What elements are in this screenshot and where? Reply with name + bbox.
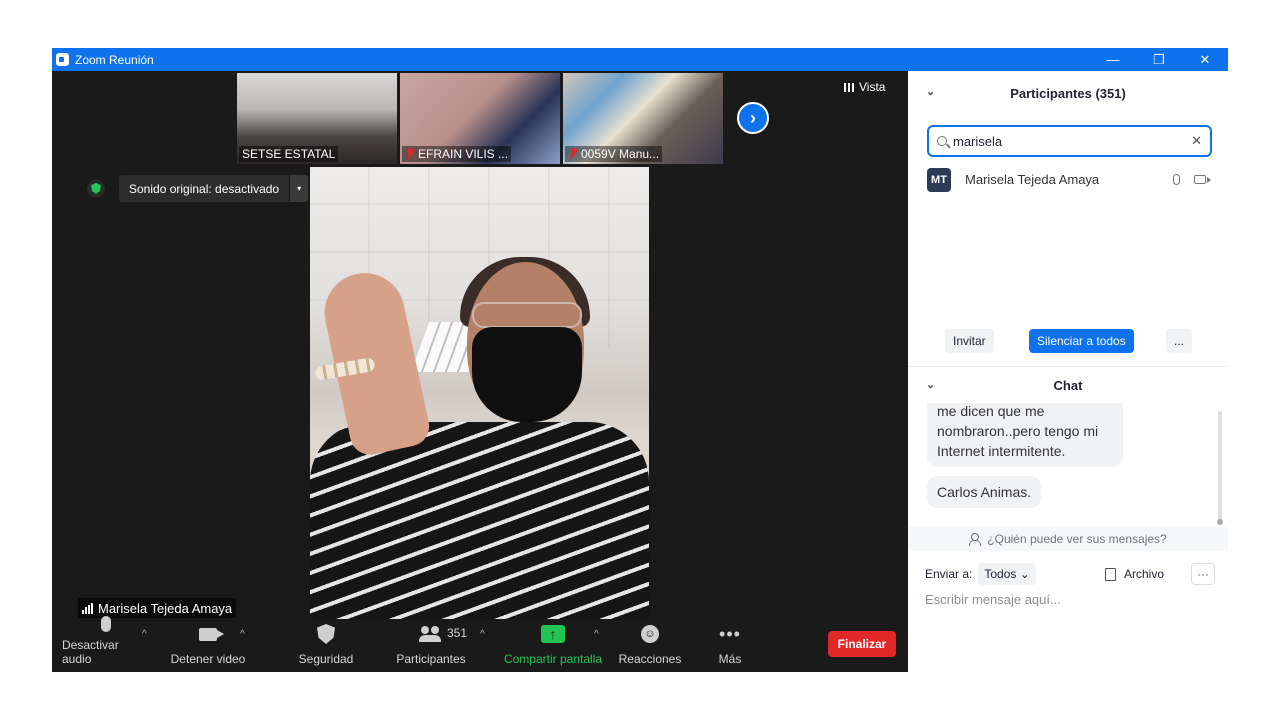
muted-mic-icon xyxy=(405,148,415,160)
stop-video-button[interactable]: Detener video xyxy=(168,619,248,672)
participants-header: ⌄ Participantes (351) xyxy=(908,71,1228,115)
participant-row[interactable]: MT Marisela Tejeda Amaya xyxy=(927,167,1212,192)
active-speaker-name: Marisela Tejeda Amaya xyxy=(98,600,233,616)
title-bar: Zoom Reunión — ❐ ✕ xyxy=(52,48,1228,71)
video-camera-icon[interactable] xyxy=(1194,175,1211,184)
search-icon xyxy=(937,136,947,146)
search-value[interactable]: marisela xyxy=(953,134,1191,149)
minimize-button[interactable]: — xyxy=(1090,48,1136,71)
side-panel: ⌄ Participantes (351) marisela ✕ MT Mari… xyxy=(908,71,1228,672)
participants-title: Participantes (351) xyxy=(1010,85,1126,101)
participant-search-input[interactable]: marisela ✕ xyxy=(927,125,1212,157)
who-can-see-label: ¿Quién puede ver sus mensajes? xyxy=(987,532,1167,546)
encryption-shield-icon[interactable] xyxy=(87,179,105,198)
original-sound-control: Sonido original: desactivado ▾ xyxy=(87,175,309,202)
thumbnail-label: EFRAIN VILIS ... xyxy=(402,146,512,162)
view-button[interactable]: Vista xyxy=(844,80,885,94)
speaker-mask xyxy=(472,327,582,422)
invite-button[interactable]: Invitar xyxy=(945,329,994,353)
restore-button[interactable]: ❐ xyxy=(1136,48,1182,71)
video-options-caret-icon[interactable]: ^ xyxy=(240,629,245,640)
microphone-icon xyxy=(94,616,118,632)
chat-message: Carlos Animas. xyxy=(927,476,1042,508)
reactions-button[interactable]: ☺ Reacciones xyxy=(618,619,682,672)
view-label: Vista xyxy=(859,80,886,94)
mute-audio-button[interactable]: Desactivar audio xyxy=(62,616,150,672)
who-can-see-messages-link[interactable]: ¿Quién puede ver sus mensajes? xyxy=(908,527,1228,551)
video-camera-icon xyxy=(196,622,224,646)
microphone-icon[interactable] xyxy=(1173,174,1180,185)
end-meeting-button[interactable]: Finalizar xyxy=(828,631,896,657)
file-button[interactable]: Archivo xyxy=(1105,567,1164,581)
participants-icon xyxy=(419,622,443,646)
reactions-label: Reacciones xyxy=(618,652,682,666)
chat-messages[interactable]: me dicen que me nombraron..pero tengo mi… xyxy=(908,403,1228,527)
more-label: Más xyxy=(718,652,742,666)
connection-strength-icon xyxy=(82,602,93,614)
participant-row-name: Marisela Tejeda Amaya xyxy=(965,172,1100,187)
muted-mic-icon xyxy=(568,148,578,160)
collapse-participants-icon[interactable]: ⌄ xyxy=(926,85,935,98)
share-screen-icon: ↑ xyxy=(541,622,565,646)
file-label: Archivo xyxy=(1124,567,1165,581)
mute-audio-label: Desactivar audio xyxy=(62,638,119,666)
video-thumbnail[interactable]: EFRAIN VILIS ... xyxy=(400,73,560,164)
chat-title: Chat xyxy=(1053,377,1083,393)
meeting-toolbar: Desactivar audio ^ Detener video ^ Segur… xyxy=(52,616,908,672)
more-button[interactable]: ••• Más xyxy=(712,619,748,672)
window-title: Zoom Reunión xyxy=(75,52,154,67)
speaker-glasses xyxy=(472,302,582,328)
next-page-arrow-icon[interactable]: › xyxy=(737,102,769,134)
send-to-row: Enviar a: Todos ⌄ Archivo ··· xyxy=(925,562,1215,586)
chat-more-button[interactable]: ··· xyxy=(1191,563,1215,585)
chat-scrollbar[interactable] xyxy=(1217,411,1223,525)
window-controls: — ❐ ✕ xyxy=(1090,48,1228,71)
chat-header: ⌄ Chat xyxy=(908,367,1228,403)
security-button[interactable]: Seguridad xyxy=(296,619,356,672)
person-icon xyxy=(969,533,982,546)
grid-view-icon xyxy=(844,82,854,92)
security-shield-icon xyxy=(314,622,338,646)
participant-name: 0059V Manu... xyxy=(581,147,660,161)
close-button[interactable]: ✕ xyxy=(1182,48,1228,71)
participants-label: Participantes xyxy=(396,652,466,666)
chat-message-input[interactable]: Escribir mensaje aquí... xyxy=(925,592,1215,612)
participants-options-caret-icon[interactable]: ^ xyxy=(480,629,485,640)
security-label: Seguridad xyxy=(298,652,354,666)
thumbnail-label: 0059V Manu... xyxy=(565,146,663,162)
original-sound-dropdown[interactable]: ▾ xyxy=(290,175,309,202)
share-screen-button[interactable]: ↑ Compartir pantalla xyxy=(502,619,604,672)
participants-count: 351 xyxy=(447,626,468,640)
file-icon xyxy=(1105,567,1116,581)
collapse-chat-icon[interactable]: ⌄ xyxy=(926,378,935,391)
audio-options-caret-icon[interactable]: ^ xyxy=(142,629,147,640)
thumbnail-label: SETSE ESTATAL xyxy=(239,146,339,162)
original-sound-button[interactable]: Sonido original: desactivado xyxy=(119,175,290,202)
stop-video-label: Detener video xyxy=(170,652,246,666)
active-speaker-video[interactable] xyxy=(310,167,649,619)
share-options-caret-icon[interactable]: ^ xyxy=(594,629,599,640)
more-dots-icon: ••• xyxy=(719,624,741,644)
avatar: MT xyxy=(927,167,951,192)
video-thumbnail[interactable]: 0059V Manu... xyxy=(563,73,723,164)
send-to-label: Enviar a: xyxy=(925,567,973,581)
participants-actions: Invitar Silenciar a todos ... xyxy=(908,329,1228,353)
video-thumbnail[interactable]: SETSE ESTATAL xyxy=(237,73,397,164)
participant-name: EFRAIN VILIS ... xyxy=(418,147,509,161)
share-screen-label: Compartir pantalla xyxy=(503,652,603,666)
meeting-stage: SETSE ESTATAL EFRAIN VILIS ... 0059V Man… xyxy=(52,71,908,672)
active-speaker-name-tag: Marisela Tejeda Amaya xyxy=(78,598,237,618)
zoom-app-icon xyxy=(56,53,69,66)
chat-message: me dicen que me nombraron..pero tengo mi… xyxy=(927,403,1123,467)
reactions-smile-icon: ☺ xyxy=(638,622,662,646)
clear-search-icon[interactable]: ✕ xyxy=(1191,133,1202,149)
send-to-dropdown[interactable]: Todos ⌄ xyxy=(978,563,1036,585)
participant-name: SETSE ESTATAL xyxy=(242,147,336,161)
mute-all-button[interactable]: Silenciar a todos xyxy=(1029,329,1134,353)
participants-more-button[interactable]: ... xyxy=(1166,329,1193,353)
zoom-window: Zoom Reunión — ❐ ✕ SETSE ESTATAL EFRAIN … xyxy=(52,48,1228,672)
